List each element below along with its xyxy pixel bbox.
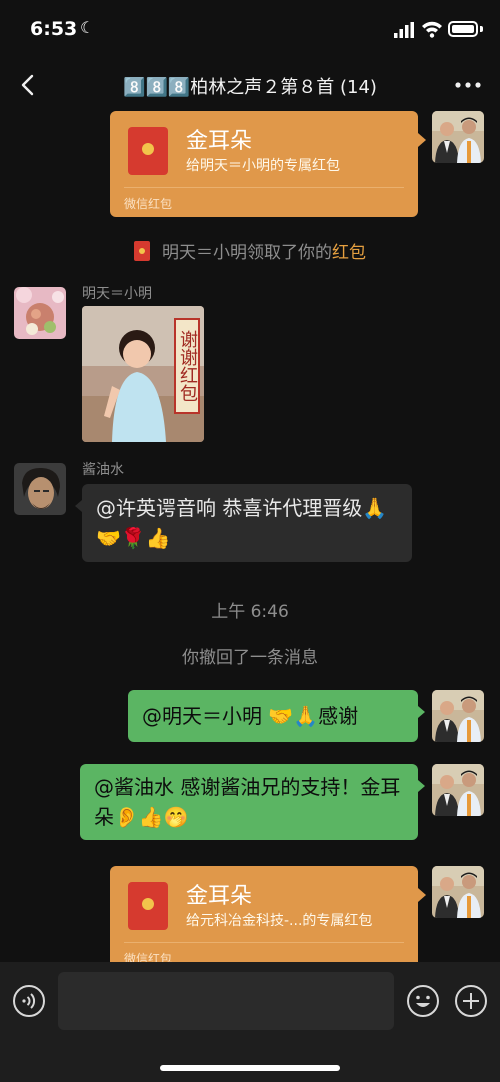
plus-icon[interactable] (454, 984, 488, 1018)
system-notice: 明天＝小明领取了你的红包 (0, 238, 500, 263)
red-packet-title: 金耳朵 (186, 884, 253, 909)
chat-title: 8️⃣8️⃣8️⃣柏林之声２第８首 (14) (123, 77, 377, 98)
timestamp: 上午 6:46 (211, 602, 289, 622)
battery-icon (448, 21, 478, 37)
signal-icon (394, 22, 414, 38)
red-packet-mini-icon (134, 241, 150, 261)
my-avatar[interactable] (432, 111, 484, 163)
red-packet-icon (128, 882, 168, 930)
red-packet-title: 金耳朵 (186, 129, 253, 154)
my-text-message[interactable]: @酱油水 感谢酱油兄的支持！金耳朵👂👍🤭 (80, 764, 425, 840)
my-avatar[interactable] (432, 690, 484, 742)
text-message[interactable]: @许英谔音响 恭喜许代理晋级🙏🤝🌹👍 (75, 484, 412, 562)
my-text-message[interactable]: @明天＝小明 🤝🙏感谢 (128, 690, 425, 742)
recall-notice: 你撤回了一条消息 (182, 648, 318, 668)
input-bar (0, 962, 500, 1082)
red-packet-card[interactable]: 金耳朵 给明天＝小明的专属红包 微信红包 (110, 111, 426, 217)
my-avatar[interactable] (432, 866, 484, 918)
red-packet-footer: 微信红包 (124, 197, 173, 211)
sender-avatar-mingtian[interactable] (14, 287, 66, 339)
home-indicator (160, 1065, 340, 1071)
image-caption: 谢谢红包 (174, 318, 200, 414)
my-avatar[interactable] (432, 764, 484, 816)
voice-icon[interactable] (12, 984, 46, 1018)
sender-name: 酱油水 (82, 462, 124, 478)
back-arrow-icon[interactable] (14, 70, 44, 100)
nav-bar: 8️⃣8️⃣8️⃣柏林之声２第８首 (14) (0, 60, 500, 110)
sender-name: 明天＝小明 (82, 286, 152, 302)
status-bar: 6:53 ☾ (0, 0, 500, 60)
red-packet-subtitle: 给明天＝小明的专属红包 (186, 158, 340, 174)
red-packet-card[interactable]: 金耳朵 给元科冶金科技-...的专属红包 微信红包 (110, 866, 426, 972)
red-packet-subtitle: 给元科冶金科技-...的专属红包 (186, 913, 373, 929)
emoji-icon[interactable] (406, 984, 440, 1018)
red-packet-link[interactable]: 红包 (332, 243, 366, 263)
moon-icon: ☾ (80, 18, 95, 37)
red-packet-icon (128, 127, 168, 175)
more-options-icon[interactable] (452, 70, 484, 100)
wifi-icon (422, 21, 442, 38)
sender-avatar-jiangyoushui[interactable] (14, 463, 66, 515)
message-input[interactable] (58, 972, 394, 1030)
image-message[interactable]: 谢谢红包 (82, 306, 204, 442)
status-time: 6:53 (30, 18, 78, 40)
